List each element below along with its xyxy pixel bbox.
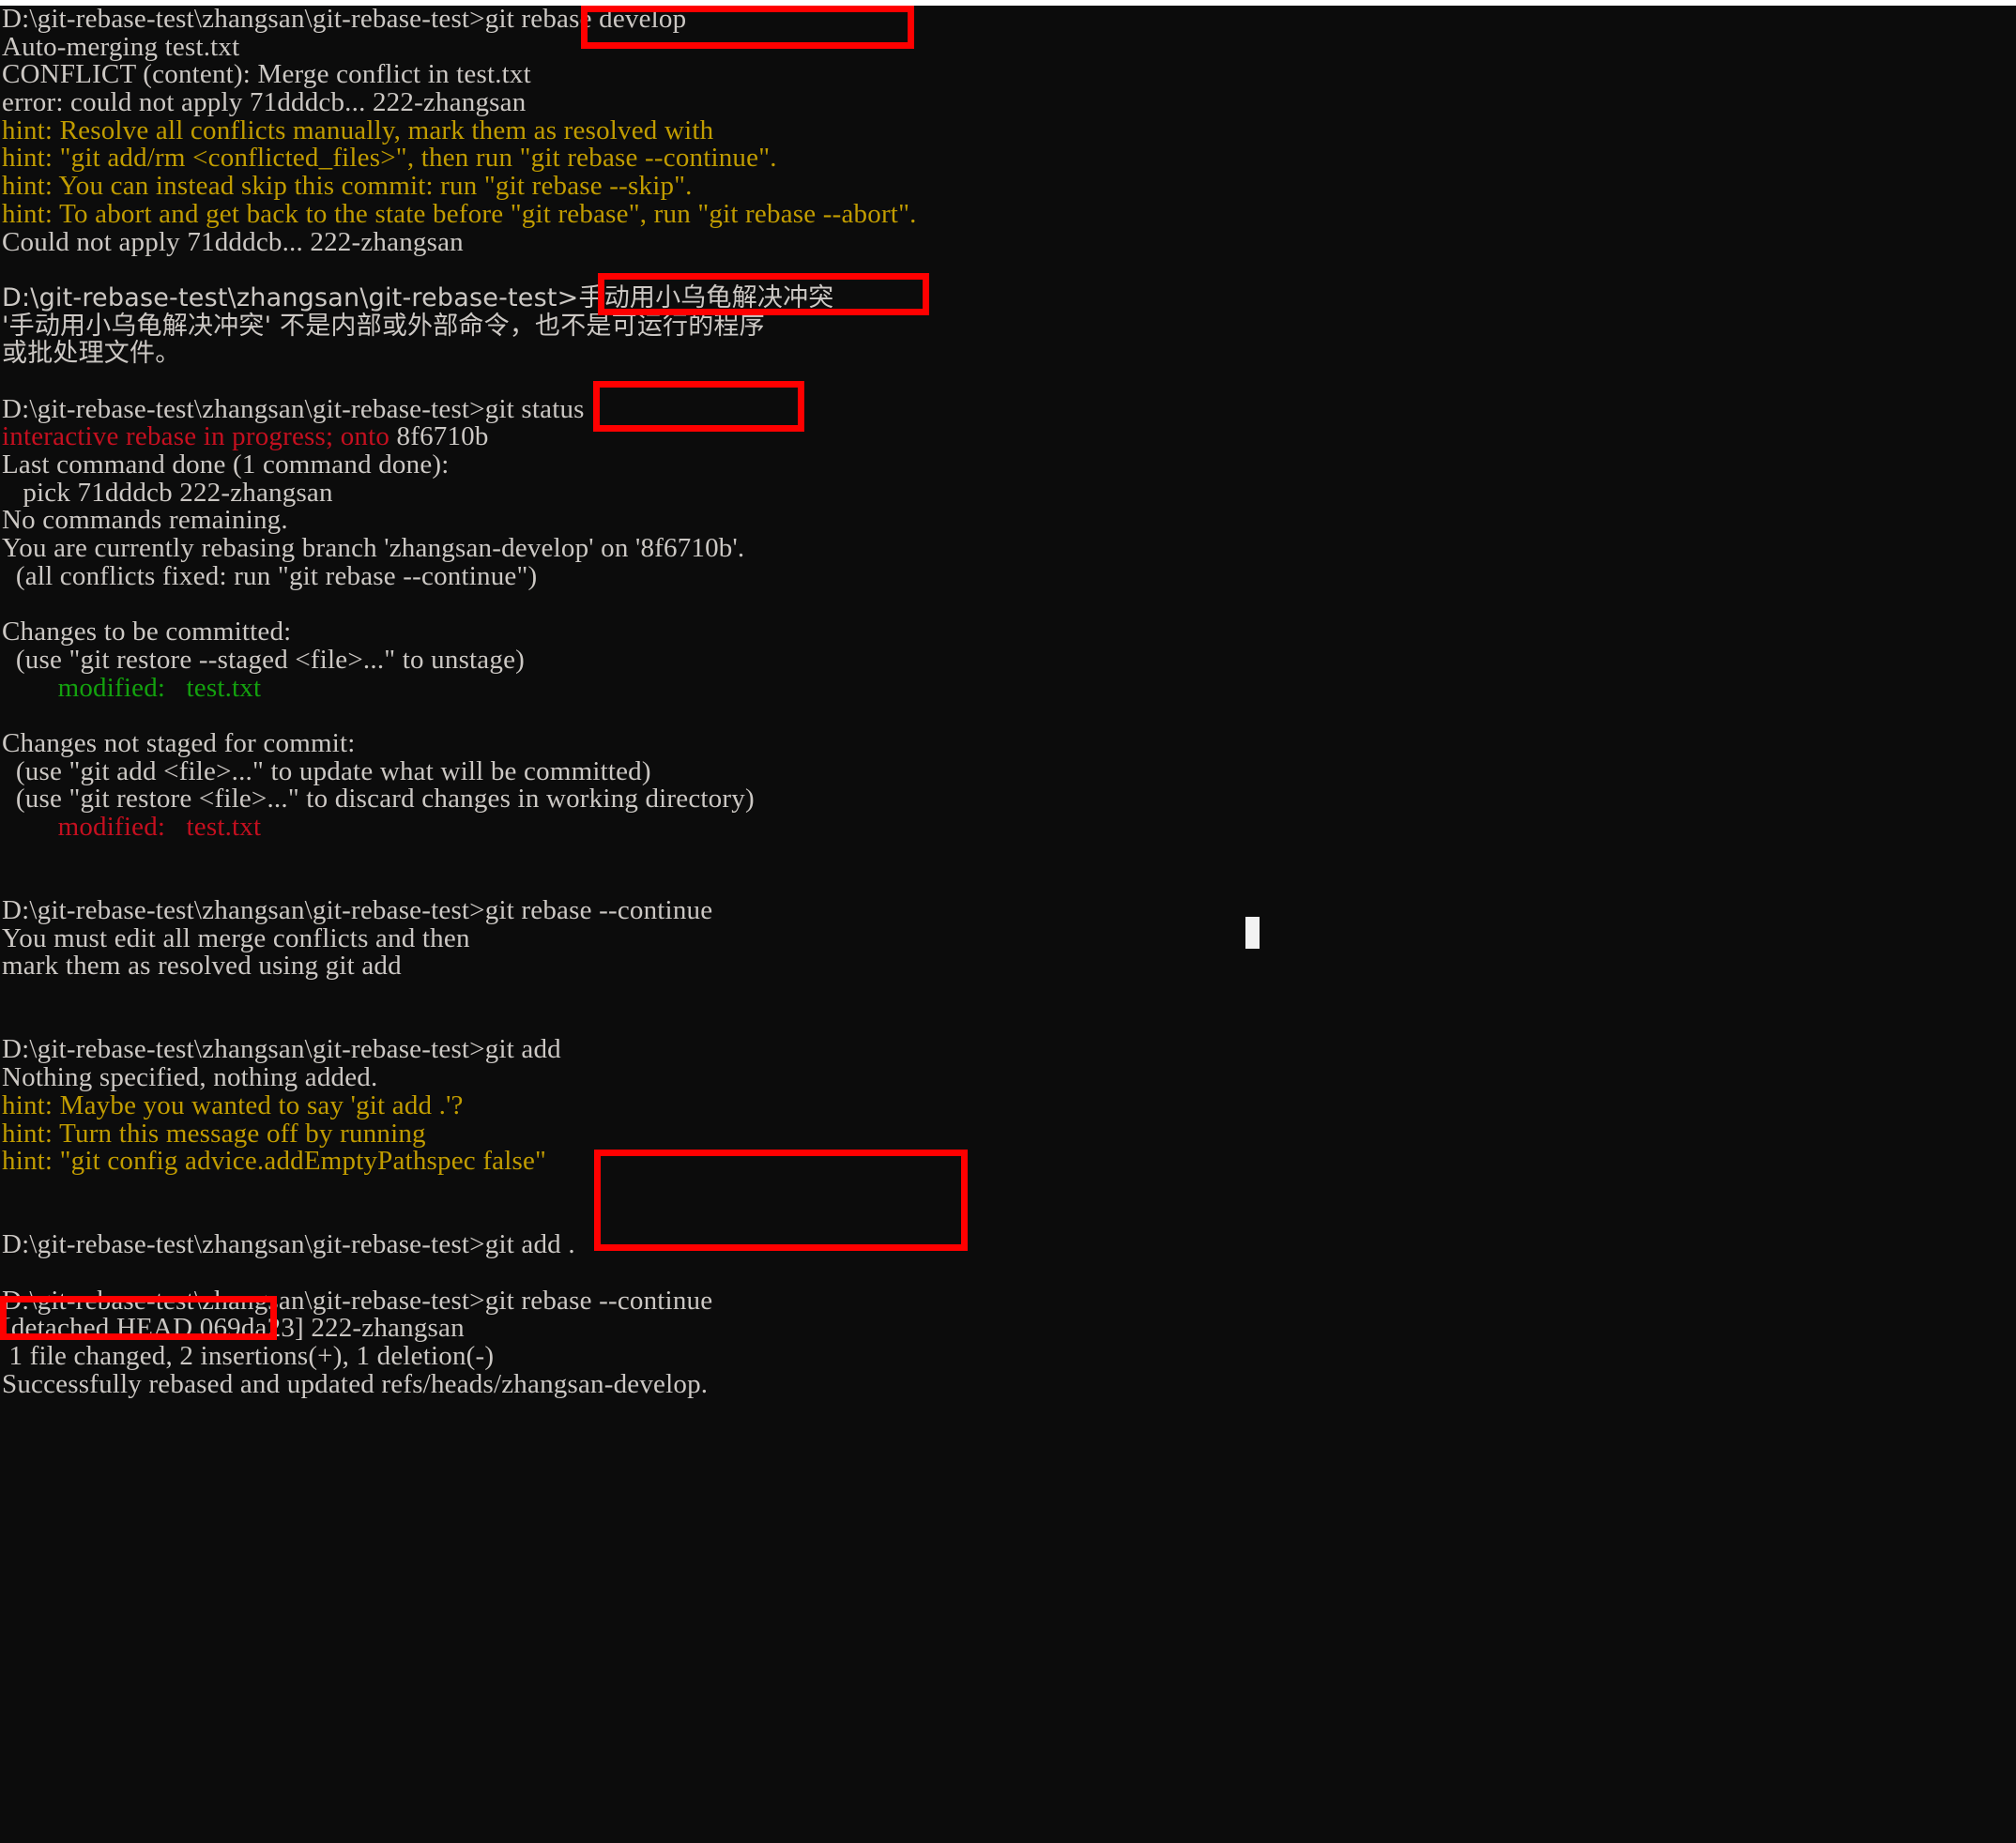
terminal-line: D:\git-rebase-test\zhangsan\git-rebase-t… <box>0 1229 2016 1260</box>
terminal-line-text: hint: "git add/rm <conflicted_files>", t… <box>2 143 777 174</box>
terminal-line-text: Successfully rebased and updated refs/he… <box>2 1368 709 1399</box>
terminal-line: hint: "git add/rm <conflicted_files>", t… <box>0 145 2016 173</box>
terminal-line-segment: 8f6710b <box>396 421 489 452</box>
terminal-line: (use "git restore <file>..." to discard … <box>0 784 2016 815</box>
terminal-line-text: hint: You can instead skip this commit: … <box>2 171 693 202</box>
terminal-line-text: error: could not apply 71dddcb... 222-zh… <box>2 87 527 118</box>
terminal-line: D:\git-rebase-test\zhangsan\git-rebase-t… <box>0 1036 2016 1064</box>
terminal-line-text: D:\git-rebase-test\zhangsan\git-rebase-t… <box>2 1034 561 1065</box>
terminal-line-text: hint: "git config advice.addEmptyPathspe… <box>2 1146 547 1177</box>
terminal-line-text: D:\git-rebase-test\zhangsan\git-rebase-t… <box>2 6 687 34</box>
terminal-line-text: D:\git-rebase-test\zhangsan\git-rebase-t… <box>2 393 585 424</box>
terminal-line: CONFLICT (content): Merge conflict in te… <box>0 61 2016 89</box>
terminal-line-text: hint: To abort and get back to the state… <box>2 198 917 229</box>
terminal-line-text: Could not apply 71dddcb... 222-zhangsan <box>2 226 464 257</box>
terminal-line-text: (use "git add <file>..." to update what … <box>2 755 651 786</box>
terminal-line: You are currently rebasing branch 'zhang… <box>0 533 2016 564</box>
terminal-line-text: (all conflicts fixed: run "git rebase --… <box>2 560 538 591</box>
terminal-line: mark them as resolved using git add <box>0 952 2016 981</box>
terminal-line-text: Changes not staged for commit: <box>2 727 356 758</box>
terminal-line: Could not apply 71dddcb... 222-zhangsan <box>0 226 2016 257</box>
terminal-line-text: hint: Resolve all conflicts manually, ma… <box>2 114 714 145</box>
terminal-line: interactive rebase in progress; onto 8f6… <box>0 421 2016 452</box>
terminal-line: (use "git restore --staged <file>..." to… <box>0 644 2016 675</box>
terminal-line: error: could not apply 71dddcb... 222-zh… <box>0 87 2016 118</box>
terminal-line-text: D:\git-rebase-test\zhangsan\git-rebase-t… <box>2 282 834 312</box>
terminal-line-text: hint: Maybe you wanted to say 'git add .… <box>2 1089 464 1120</box>
terminal-line-text: hint: Turn this message off by running <box>2 1118 426 1149</box>
terminal-line: D:\git-rebase-test\zhangsan\git-rebase-t… <box>0 284 2016 312</box>
terminal-line-text: D:\git-rebase-test\zhangsan\git-rebase-t… <box>2 895 713 925</box>
terminal-line: Auto-merging test.txt <box>0 31 2016 62</box>
terminal-line-text: 1 file changed, 2 insertions(+), 1 delet… <box>2 1341 495 1371</box>
terminal-line: modified: test.txt <box>0 811 2016 842</box>
terminal-line-text: Last command done (1 command done): <box>2 449 450 480</box>
terminal-line: Changes to be committed: <box>0 617 2016 647</box>
terminal-line: hint: Resolve all conflicts manually, ma… <box>0 114 2016 145</box>
terminal-line-text: [detached HEAD 069da23] 222-zhangsan <box>2 1313 465 1344</box>
terminal-line: D:\git-rebase-test\zhangsan\git-rebase-t… <box>0 393 2016 424</box>
terminal-line-text: Auto-merging test.txt <box>2 31 240 62</box>
terminal-line-text: (use "git restore --staged <file>..." to… <box>2 644 526 675</box>
terminal-line: (use "git add <file>..." to update what … <box>0 755 2016 786</box>
terminal-line-text: You must edit all merge conflicts and th… <box>2 922 470 953</box>
terminal-line: Last command done (1 command done): <box>0 449 2016 480</box>
terminal-line: Changes not staged for commit: <box>0 727 2016 758</box>
terminal-line-text: 或批处理文件。 <box>2 339 181 369</box>
terminal-line: Successfully rebased and updated refs/he… <box>0 1368 2016 1399</box>
terminal-window[interactable]: D:\git-rebase-test\zhangsan\git-rebase-t… <box>0 6 2016 1843</box>
terminal-line-text: D:\git-rebase-test\zhangsan\git-rebase-t… <box>2 1229 575 1260</box>
terminal-line: D:\git-rebase-test\zhangsan\git-rebase-t… <box>0 895 2016 925</box>
terminal-line-text: modified: test.txt <box>2 672 262 703</box>
terminal-line-text: Nothing specified, nothing added. <box>2 1062 378 1093</box>
terminal-line: hint: To abort and get back to the state… <box>0 198 2016 229</box>
text-caret <box>1245 917 1260 949</box>
terminal-line: '手动用小乌龟解决冲突' 不是内部或外部命令，也不是可运行的程序 <box>0 312 2016 341</box>
terminal-line: (all conflicts fixed: run "git rebase --… <box>0 560 2016 591</box>
terminal-line-text: D:\git-rebase-test\zhangsan\git-rebase-t… <box>2 1285 713 1316</box>
terminal-line-text: mark them as resolved using git add <box>2 951 402 982</box>
terminal-line: hint: Turn this message off by running <box>0 1120 2016 1149</box>
terminal-line: D:\git-rebase-test\zhangsan\git-rebase-t… <box>0 6 2016 34</box>
terminal-line: [detached HEAD 069da23] 222-zhangsan <box>0 1313 2016 1344</box>
terminal-line: 或批处理文件。 <box>0 340 2016 368</box>
terminal-output: D:\git-rebase-test\zhangsan\git-rebase-t… <box>0 6 2016 1398</box>
terminal-line-text: No commands remaining. <box>2 505 288 536</box>
terminal-line: You must edit all merge conflicts and th… <box>0 922 2016 953</box>
terminal-line: modified: test.txt <box>0 672 2016 703</box>
terminal-line-text: modified: test.txt <box>2 811 262 842</box>
terminal-line: hint: You can instead skip this commit: … <box>0 171 2016 202</box>
terminal-line: No commands remaining. <box>0 507 2016 535</box>
terminal-line: Nothing specified, nothing added. <box>0 1062 2016 1093</box>
terminal-line: hint: Maybe you wanted to say 'git add .… <box>0 1089 2016 1120</box>
terminal-line: hint: "git config advice.addEmptyPathspe… <box>0 1146 2016 1177</box>
terminal-line: D:\git-rebase-test\zhangsan\git-rebase-t… <box>0 1287 2016 1316</box>
terminal-line-text: '手动用小乌龟解决冲突' 不是内部或外部命令，也不是可运行的程序 <box>2 311 765 341</box>
terminal-line-segment: interactive rebase in progress; onto <box>2 421 397 452</box>
terminal-line-text: You are currently rebasing branch 'zhang… <box>2 533 745 564</box>
terminal-line-text: CONFLICT (content): Merge conflict in te… <box>2 59 531 90</box>
terminal-line-text: Changes to be committed: <box>2 617 292 647</box>
terminal-line-text: pick 71dddcb 222-zhangsan <box>2 477 333 508</box>
terminal-line: pick 71dddcb 222-zhangsan <box>0 477 2016 508</box>
terminal-line-text: (use "git restore <file>..." to discard … <box>2 784 755 815</box>
terminal-line: 1 file changed, 2 insertions(+), 1 delet… <box>0 1341 2016 1371</box>
